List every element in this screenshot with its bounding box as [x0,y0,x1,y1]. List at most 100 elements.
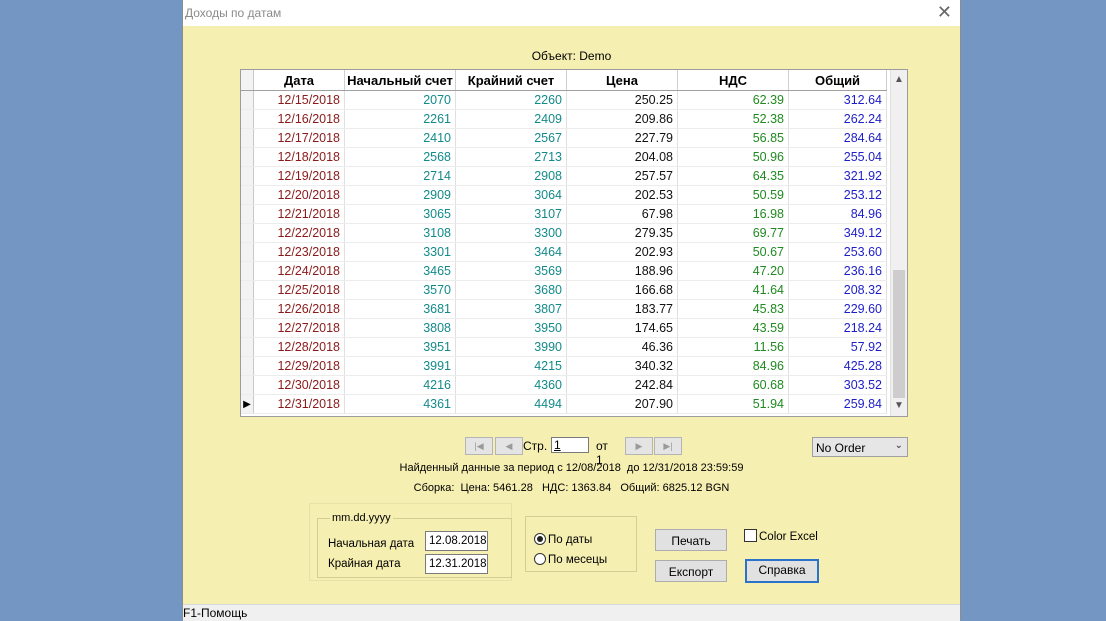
cell-total[interactable]: 259.84 [788,394,887,414]
start-date-input[interactable]: 12.08.2018 [425,531,488,551]
table-row[interactable]: 12/30/2018 4216 4360 242.84 60.68 303.52 [241,375,887,395]
cell-total[interactable]: 253.60 [788,242,887,262]
table-row[interactable]: 12/18/2018 2568 2713 204.08 50.96 255.04 [241,147,887,167]
help-button[interactable]: Справка [745,559,819,583]
end-date-input[interactable]: 12.31.2018 [425,554,488,574]
data-grid[interactable]: Дата Начальный счет Крайний счет Цена НД… [240,69,908,417]
cell-price[interactable]: 207.90 [566,394,678,414]
cell-price[interactable]: 183.77 [566,299,678,319]
row-indicator[interactable] [241,204,254,224]
cell-vat[interactable]: 47.20 [677,261,789,281]
cell-price[interactable]: 188.96 [566,261,678,281]
column-header-total[interactable]: Общий [788,70,887,91]
table-row[interactable]: 12/22/2018 3108 3300 279.35 69.77 349.12 [241,223,887,243]
cell-date[interactable]: 12/30/2018 [253,375,345,395]
color-excel-checkbox[interactable]: Color Excel [744,529,818,543]
cell-end-account[interactable]: 2713 [455,147,567,167]
cell-start-account[interactable]: 4361 [344,394,456,414]
row-indicator[interactable] [241,128,254,148]
cell-vat[interactable]: 64.35 [677,166,789,186]
row-indicator[interactable] [241,299,254,319]
cell-vat[interactable]: 69.77 [677,223,789,243]
cell-total[interactable]: 312.64 [788,90,887,110]
cell-date[interactable]: 12/17/2018 [253,128,345,148]
cell-start-account[interactable]: 2070 [344,90,456,110]
cell-price[interactable]: 257.57 [566,166,678,186]
cell-end-account[interactable]: 4494 [455,394,567,414]
cell-end-account[interactable]: 3064 [455,185,567,205]
cell-end-account[interactable]: 3107 [455,204,567,224]
cell-end-account[interactable]: 3680 [455,280,567,300]
cell-vat[interactable]: 50.96 [677,147,789,167]
row-indicator[interactable] [241,375,254,395]
cell-total[interactable]: 236.16 [788,261,887,281]
row-indicator[interactable] [241,280,254,300]
column-header-date[interactable]: Дата [253,70,345,91]
cell-start-account[interactable]: 3681 [344,299,456,319]
table-row[interactable]: ▶ 12/31/2018 4361 4494 207.90 51.94 259.84 [241,394,887,414]
next-page-button[interactable]: ▶ [625,437,653,455]
cell-vat[interactable]: 43.59 [677,318,789,338]
cell-total[interactable]: 255.04 [788,147,887,167]
cell-date[interactable]: 12/19/2018 [253,166,345,186]
cell-end-account[interactable]: 2409 [455,109,567,129]
scroll-up-icon[interactable]: ▲ [891,72,907,88]
cell-date[interactable]: 12/15/2018 [253,90,345,110]
scrollbar-thumb[interactable] [893,270,905,398]
cell-end-account[interactable]: 2260 [455,90,567,110]
cell-vat[interactable]: 50.67 [677,242,789,262]
last-page-button[interactable]: ▶| [654,437,682,455]
table-row[interactable]: 12/29/2018 3991 4215 340.32 84.96 425.28 [241,356,887,376]
close-icon[interactable]: ✕ [937,3,952,21]
page-input[interactable]: 1 [551,437,589,453]
cell-vat[interactable]: 11.56 [677,337,789,357]
table-row[interactable]: 12/19/2018 2714 2908 257.57 64.35 321.92 [241,166,887,186]
cell-price[interactable]: 227.79 [566,128,678,148]
cell-start-account[interactable]: 2714 [344,166,456,186]
cell-start-account[interactable]: 3570 [344,280,456,300]
cell-date[interactable]: 12/21/2018 [253,204,345,224]
cell-start-account[interactable]: 2568 [344,147,456,167]
cell-price[interactable]: 202.93 [566,242,678,262]
row-indicator[interactable] [241,261,254,281]
cell-total[interactable]: 303.52 [788,375,887,395]
cell-total[interactable]: 262.24 [788,109,887,129]
cell-vat[interactable]: 41.64 [677,280,789,300]
cell-end-account[interactable]: 3300 [455,223,567,243]
cell-price[interactable]: 209.86 [566,109,678,129]
table-row[interactable]: 12/26/2018 3681 3807 183.77 45.83 229.60 [241,299,887,319]
cell-vat[interactable]: 16.98 [677,204,789,224]
cell-end-account[interactable]: 4360 [455,375,567,395]
cell-price[interactable]: 204.08 [566,147,678,167]
cell-start-account[interactable]: 3951 [344,337,456,357]
cell-price[interactable]: 242.84 [566,375,678,395]
cell-start-account[interactable]: 2909 [344,185,456,205]
table-row[interactable]: 12/25/2018 3570 3680 166.68 41.64 208.32 [241,280,887,300]
cell-total[interactable]: 208.32 [788,280,887,300]
cell-vat[interactable]: 84.96 [677,356,789,376]
table-row[interactable]: 12/27/2018 3808 3950 174.65 43.59 218.24 [241,318,887,338]
table-row[interactable]: 12/16/2018 2261 2409 209.86 52.38 262.24 [241,109,887,129]
cell-date[interactable]: 12/22/2018 [253,223,345,243]
cell-price[interactable]: 250.25 [566,90,678,110]
row-indicator[interactable] [241,337,254,357]
row-indicator[interactable] [241,185,254,205]
cell-end-account[interactable]: 3464 [455,242,567,262]
column-header-start-account[interactable]: Начальный счет [344,70,456,91]
cell-date[interactable]: 12/16/2018 [253,109,345,129]
table-row[interactable]: 12/17/2018 2410 2567 227.79 56.85 284.64 [241,128,887,148]
cell-total[interactable]: 284.64 [788,128,887,148]
cell-total[interactable]: 229.60 [788,299,887,319]
prev-page-button[interactable]: ◀ [495,437,523,455]
table-row[interactable]: 12/23/2018 3301 3464 202.93 50.67 253.60 [241,242,887,262]
cell-price[interactable]: 174.65 [566,318,678,338]
row-indicator[interactable] [241,109,254,129]
cell-total[interactable]: 57.92 [788,337,887,357]
cell-total[interactable]: 321.92 [788,166,887,186]
cell-end-account[interactable]: 2908 [455,166,567,186]
cell-end-account[interactable]: 4215 [455,356,567,376]
cell-price[interactable]: 279.35 [566,223,678,243]
cell-start-account[interactable]: 3808 [344,318,456,338]
cell-vat[interactable]: 45.83 [677,299,789,319]
cell-start-account[interactable]: 4216 [344,375,456,395]
